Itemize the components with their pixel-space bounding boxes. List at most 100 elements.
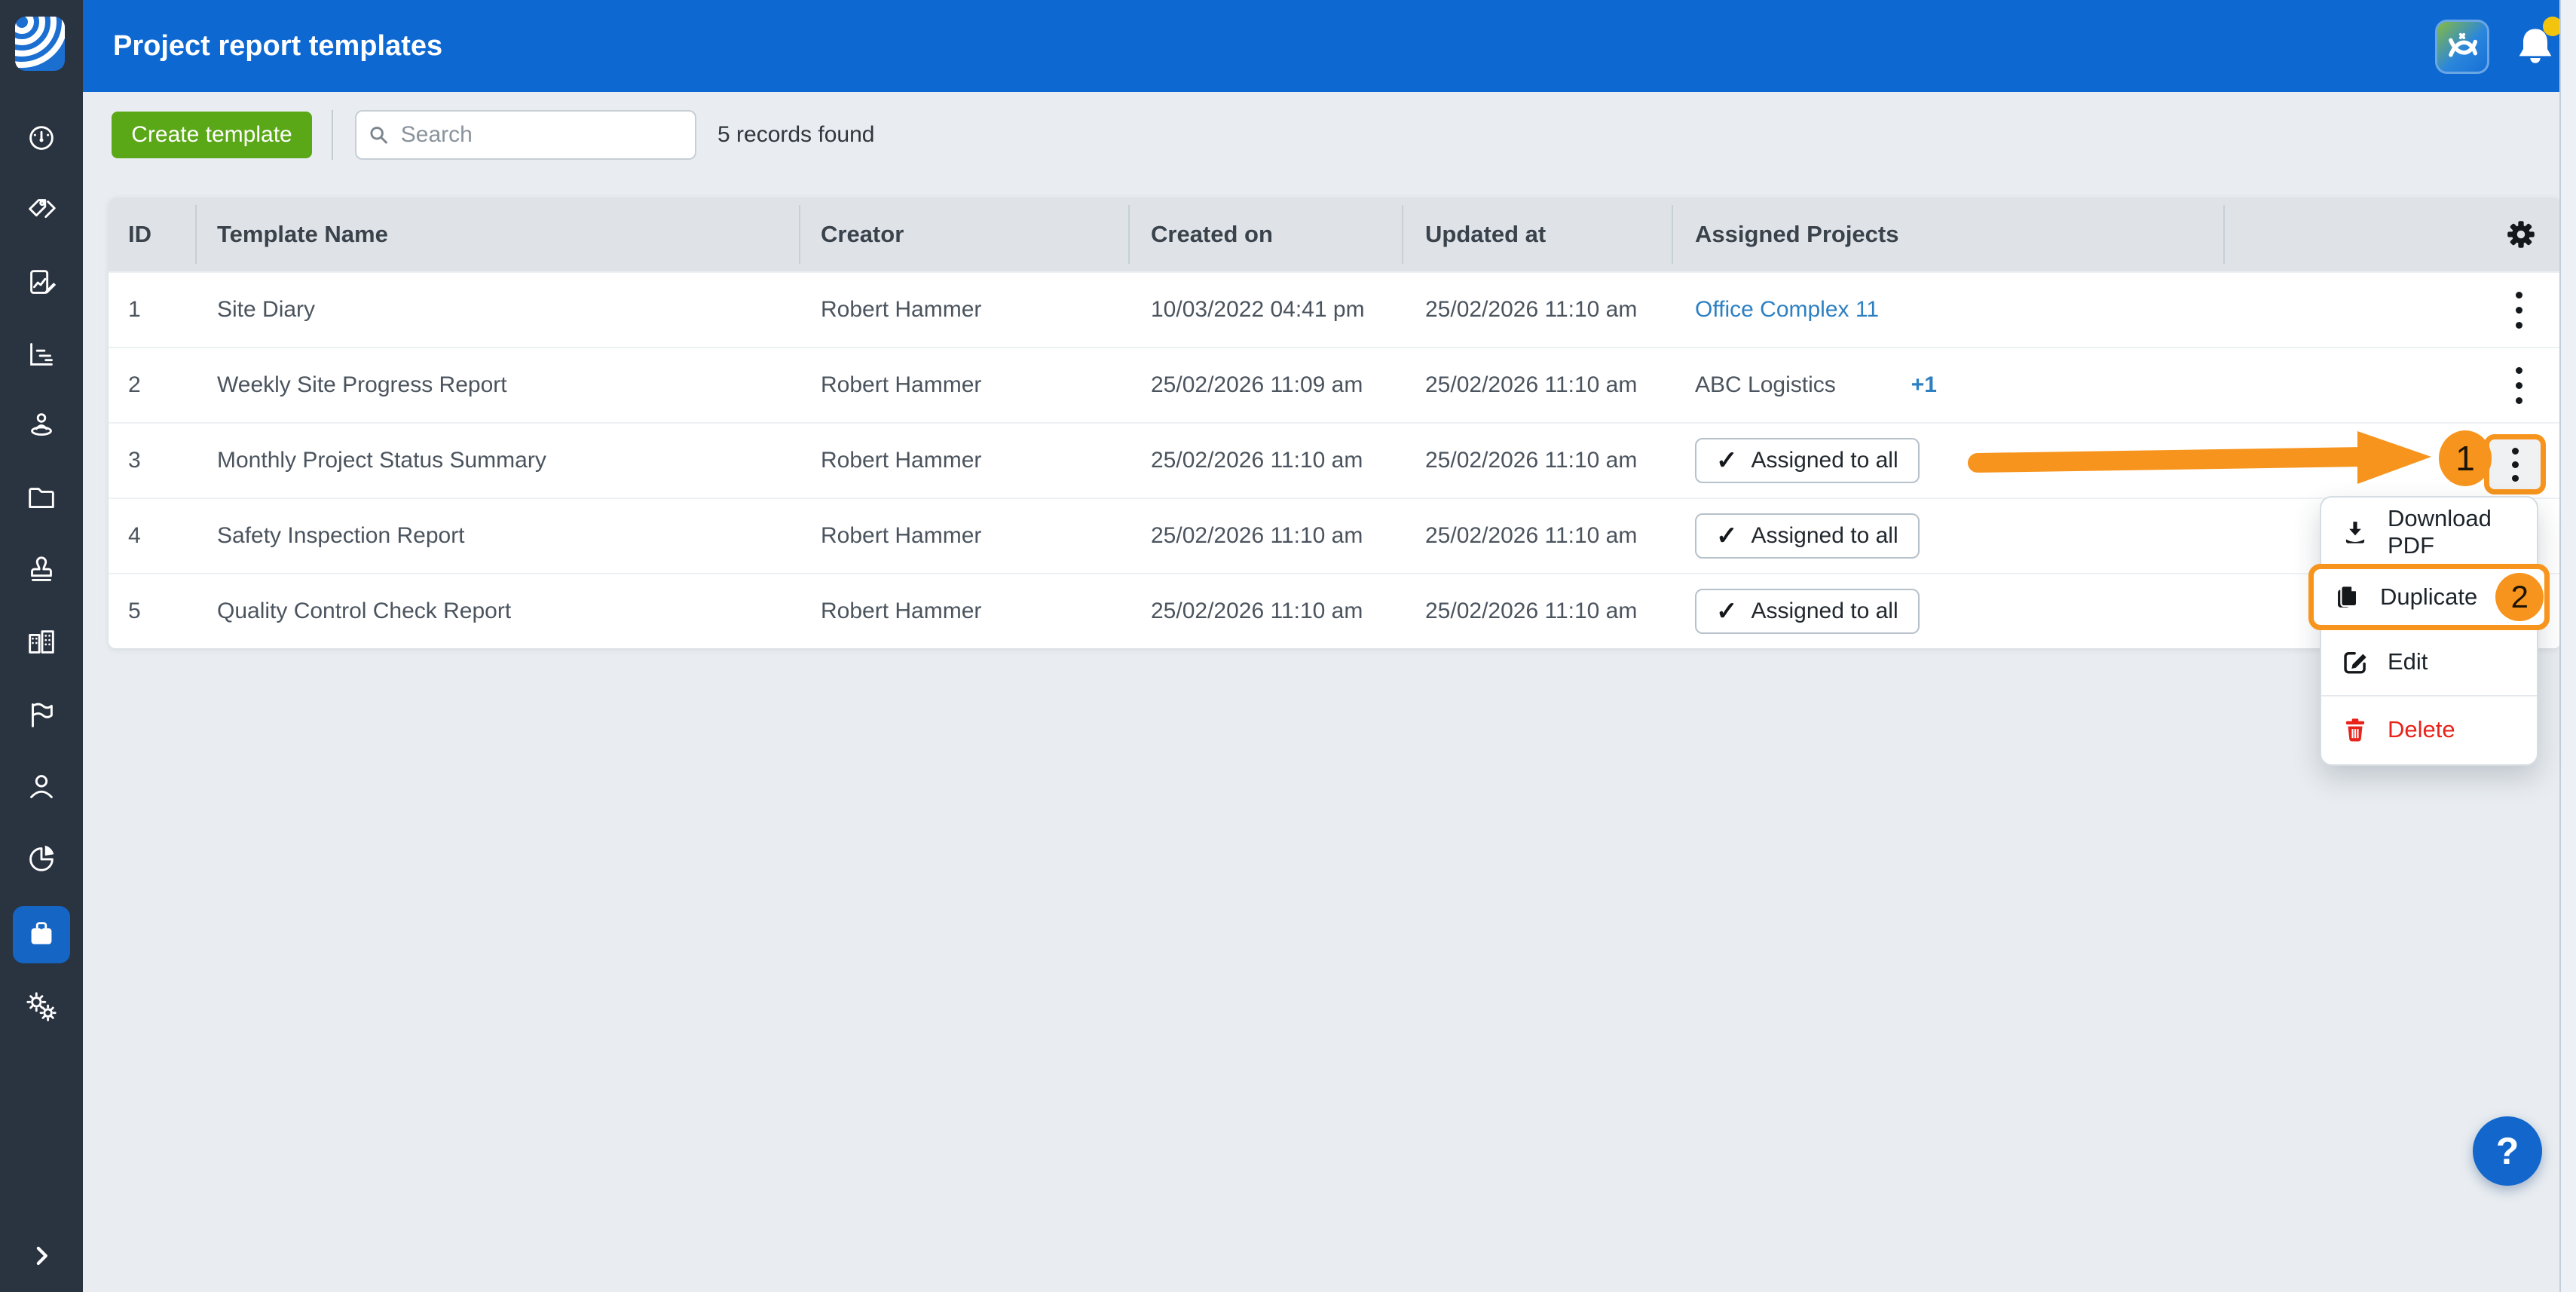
gear-icon — [2504, 217, 2538, 252]
column-header-template-name[interactable]: Template Name — [217, 197, 388, 271]
sidebar-item-approvals[interactable] — [13, 542, 70, 599]
check-icon: ✓ — [1716, 523, 1738, 549]
tags-icon — [24, 193, 59, 228]
check-icon: ✓ — [1716, 599, 1738, 624]
cell-created-on: 25/02/2026 11:10 am — [1151, 424, 1363, 498]
cell-creator: Robert Hammer — [821, 273, 981, 347]
download-icon — [2341, 518, 2369, 546]
create-template-button[interactable]: Create template — [112, 112, 312, 158]
column-header-created-on[interactable]: Created on — [1151, 197, 1273, 271]
check-icon: ✓ — [1716, 448, 1738, 473]
column-header-updated-at[interactable]: Updated at — [1425, 197, 1546, 271]
row-actions-kebab-button[interactable] — [2496, 348, 2541, 422]
app-window: Project report templates Create template… — [0, 0, 2576, 1292]
column-header-id[interactable]: ID — [128, 197, 151, 271]
cell-creator: Robert Hammer — [821, 348, 981, 422]
cell-created-on: 25/02/2026 11:10 am — [1151, 574, 1363, 648]
scrollbar-track[interactable] — [2559, 0, 2576, 1292]
page-title: Project report templates — [113, 0, 442, 92]
sidebar-item-companies[interactable] — [13, 614, 70, 671]
sidebar-item-analytics[interactable] — [13, 830, 70, 887]
sidebar-item-resources[interactable] — [13, 397, 70, 455]
sidebar-item-tags[interactable] — [13, 182, 70, 239]
table-row: 1 Site Diary Robert Hammer 10/03/2022 04… — [109, 271, 2561, 347]
sidebar-item-settings[interactable] — [13, 978, 70, 1036]
assigned-to-all-label: Assigned to all — [1751, 448, 1898, 473]
cell-creator: Robert Hammer — [821, 499, 981, 573]
cell-created-on: 25/02/2026 11:10 am — [1151, 499, 1363, 573]
column-divider — [1128, 205, 1130, 264]
company-logo — [15, 17, 65, 71]
cell-updated-at: 25/02/2026 11:10 am — [1425, 424, 1637, 498]
table-header: ID Template Name Creator Created on Upda… — [109, 197, 2561, 271]
cell-template-name: Weekly Site Progress Report — [217, 348, 507, 422]
column-header-creator[interactable]: Creator — [821, 197, 904, 271]
assigned-to-all-button[interactable]: ✓ Assigned to all — [1695, 589, 1920, 634]
annotation-step-badge: 2 — [2495, 573, 2544, 621]
assigned-to-all-button[interactable]: ✓ Assigned to all — [1695, 438, 1920, 483]
cell-created-on: 10/03/2022 04:41 pm — [1151, 273, 1365, 347]
cell-template-name: Monthly Project Status Summary — [217, 424, 546, 498]
cell-id: 4 — [128, 499, 141, 573]
assigned-more-link[interactable]: +1 — [1911, 372, 1937, 398]
cell-template-name: Site Diary — [217, 273, 315, 347]
menu-item-edit[interactable]: Edit — [2321, 633, 2537, 690]
copy-icon — [2333, 583, 2362, 611]
cell-updated-at: 25/02/2026 11:10 am — [1425, 574, 1637, 648]
assigned-project-link[interactable]: Office Complex 11 — [1695, 297, 1879, 323]
menu-item-delete[interactable]: Delete — [2321, 701, 2537, 758]
gears-icon — [24, 990, 59, 1024]
cell-id: 2 — [128, 348, 141, 422]
cell-id: 5 — [128, 574, 141, 648]
sidebar-item-users[interactable] — [13, 758, 70, 816]
column-header-assigned-projects[interactable]: Assigned Projects — [1695, 197, 1898, 271]
cell-created-on: 25/02/2026 11:09 am — [1151, 348, 1363, 422]
flag-icon — [24, 697, 59, 732]
person-icon — [24, 770, 59, 804]
sidebar-item-snags[interactable] — [13, 686, 70, 743]
table-settings-button[interactable] — [2504, 217, 2538, 252]
assigned-project-name: ABC Logistics — [1695, 372, 1836, 398]
menu-item-duplicate[interactable]: Duplicate 2 — [2308, 564, 2550, 630]
notifications-button[interactable] — [2511, 21, 2559, 71]
row-actions-kebab-button-highlighted[interactable] — [2484, 434, 2546, 494]
buildings-icon — [24, 625, 59, 660]
sidebar-item-reports[interactable] — [13, 326, 70, 383]
sidebar-item-documents[interactable] — [13, 470, 70, 527]
folder-icon — [24, 481, 59, 516]
table-row: 2 Weekly Site Progress Report Robert Ham… — [109, 347, 2561, 422]
sidebar-item-report-templates[interactable] — [13, 906, 70, 963]
row-actions-kebab-button[interactable] — [2496, 273, 2541, 347]
cell-id: 3 — [128, 424, 141, 498]
search-box[interactable] — [355, 110, 696, 160]
column-divider — [799, 205, 800, 264]
menu-item-download-pdf[interactable]: Download PDF — [2321, 504, 2537, 561]
sidebar — [0, 0, 83, 1292]
app-switcher-button[interactable] — [2435, 20, 2489, 74]
sidebar-item-site-diary[interactable] — [13, 254, 70, 311]
templates-table: ID Template Name Creator Created on Upda… — [109, 197, 2561, 648]
document-edit-icon — [24, 265, 59, 300]
sidebar-item-dashboard[interactable] — [13, 109, 70, 167]
assigned-to-all-button[interactable]: ✓ Assigned to all — [1695, 513, 1920, 559]
sidebar-expand-button[interactable] — [13, 1227, 70, 1284]
table-row: 3 Monthly Project Status Summary Robert … — [109, 422, 2561, 498]
edit-icon — [2341, 648, 2369, 676]
cell-creator: Robert Hammer — [821, 574, 981, 648]
table-row: 4 Safety Inspection Report Robert Hammer… — [109, 498, 2561, 573]
annotation-step-badge: 1 — [2439, 430, 2492, 486]
pie-chart-icon — [24, 841, 59, 876]
help-button[interactable]: ? — [2473, 1116, 2542, 1186]
gauge-icon — [24, 121, 59, 155]
search-input[interactable] — [399, 121, 683, 148]
cell-updated-at: 25/02/2026 11:10 am — [1425, 348, 1637, 422]
chart-icon — [24, 337, 59, 372]
assigned-to-all-label: Assigned to all — [1751, 599, 1898, 624]
column-divider — [1402, 205, 1403, 264]
column-divider — [195, 205, 197, 264]
column-divider — [1672, 205, 1673, 264]
cell-template-name: Safety Inspection Report — [217, 499, 465, 573]
cell-creator: Robert Hammer — [821, 424, 981, 498]
cell-id: 1 — [128, 273, 141, 347]
menu-item-label: Delete — [2388, 716, 2455, 743]
